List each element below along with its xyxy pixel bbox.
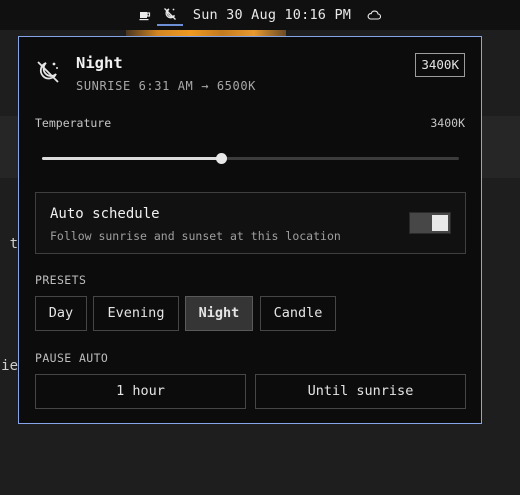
temperature-value: 3400K bbox=[430, 116, 465, 130]
cloud-icon[interactable] bbox=[361, 4, 387, 26]
sunrise-info: SUNRISE 6:31 AM → 6500K bbox=[76, 79, 256, 93]
temperature-slider[interactable] bbox=[42, 150, 459, 168]
night-mode-icon bbox=[35, 59, 61, 85]
night-mode-panel: Night SUNRISE 6:31 AM → 6500K 3400K Temp… bbox=[18, 36, 482, 424]
auto-schedule-toggle[interactable] bbox=[409, 212, 451, 234]
background-text-fragment: t bbox=[9, 236, 18, 252]
auto-schedule-description: Follow sunrise and sunset at this locati… bbox=[50, 229, 341, 243]
temperature-label: Temperature bbox=[35, 116, 112, 130]
background-text-fragment: ie bbox=[1, 358, 18, 374]
toggle-knob bbox=[432, 215, 448, 231]
pause-1-hour-button[interactable]: 1 hour bbox=[35, 374, 246, 409]
auto-schedule-card: Auto schedule Follow sunrise and sunset … bbox=[35, 192, 466, 254]
preset-day-button[interactable]: Day bbox=[35, 296, 87, 331]
auto-schedule-title: Auto schedule bbox=[50, 206, 160, 222]
menu-bar: Sun 30 Aug 10:16 PM bbox=[0, 0, 520, 30]
preset-evening-button[interactable]: Evening bbox=[93, 296, 179, 331]
slider-thumb[interactable] bbox=[216, 153, 227, 164]
preset-candle-button[interactable]: Candle bbox=[260, 296, 336, 331]
slider-fill bbox=[42, 157, 221, 160]
presets-label: PRESETS bbox=[35, 273, 87, 287]
coffee-icon[interactable] bbox=[133, 4, 157, 26]
kelvin-badge: 3400K bbox=[415, 53, 465, 77]
preset-night-button[interactable]: Night bbox=[185, 296, 253, 331]
pause-until-sunrise-button[interactable]: Until sunrise bbox=[255, 374, 466, 409]
menu-bar-clock[interactable]: Sun 30 Aug 10:16 PM bbox=[187, 4, 357, 26]
mode-title: Night bbox=[76, 54, 123, 72]
night-mode-icon[interactable] bbox=[156, 4, 183, 26]
pause-auto-label: PAUSE AUTO bbox=[35, 351, 109, 365]
